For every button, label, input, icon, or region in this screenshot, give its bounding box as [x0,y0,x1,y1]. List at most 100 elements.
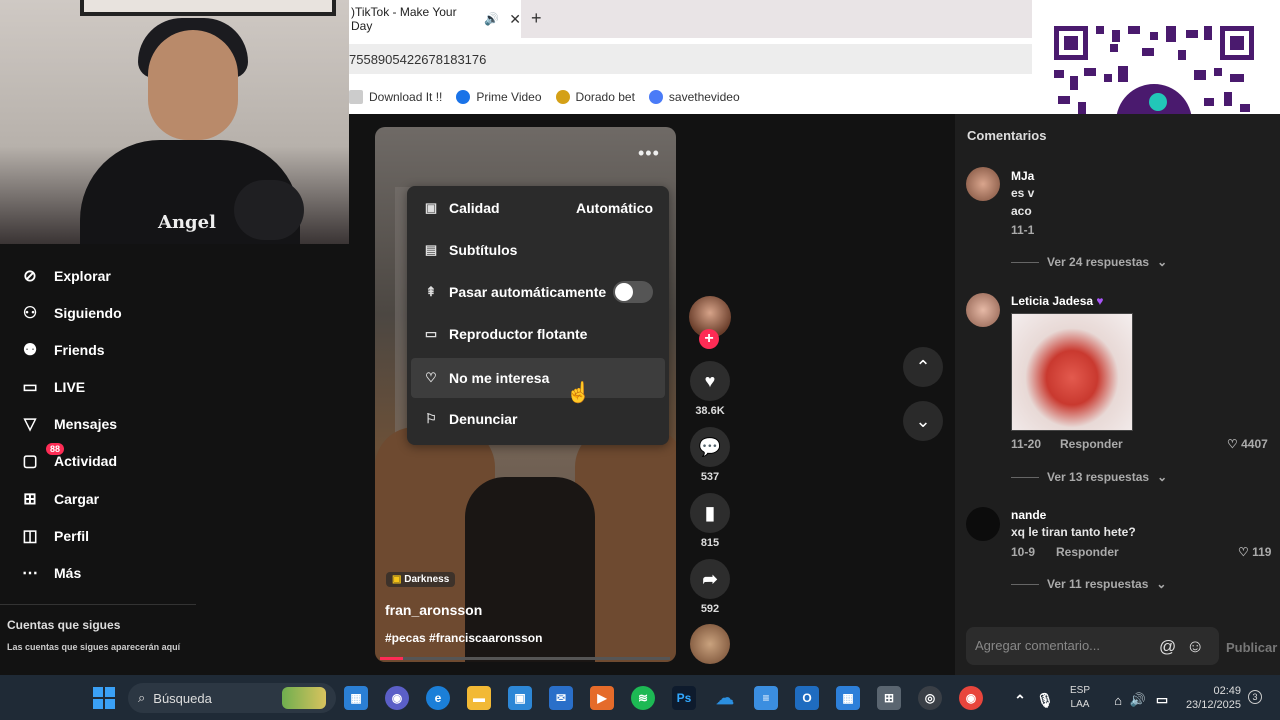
mail-icon[interactable]: ✉ [549,686,573,710]
sidebar-item-live[interactable]: ▭ LIVE [20,377,85,397]
bookmark-savethevideo[interactable]: savethevideo [648,90,740,104]
sidebar-item-label: Cargar [54,491,100,507]
sidebar-item-label: Explorar [54,268,111,284]
view-replies[interactable]: Ver 24 respuestas ⌄ [1011,255,1167,269]
system-clock[interactable]: 02:49 23/12/2025 [1183,684,1241,712]
view-replies[interactable]: Ver 13 respuestas ⌄ [1011,470,1167,484]
bookmark-prime-video[interactable]: Prime Video [456,90,542,104]
new-tab-button[interactable]: + [531,8,542,29]
comment-text: es v [1011,186,1035,200]
comment-author[interactable]: Leticia Jadesa ♥ [1011,294,1104,308]
sidebar-item-explorar[interactable]: ⊘ Explorar [20,266,111,286]
publish-button[interactable]: Publicar [1226,640,1277,655]
menu-item-quality[interactable]: ▣ Calidad Automático [407,188,669,228]
comment-author[interactable]: nande [1011,508,1046,522]
video-progress-bar[interactable] [380,657,670,660]
sidebar-item-actividad[interactable]: ▢ 88 Actividad [20,443,117,471]
language-indicator[interactable]: ESP LAA [1070,684,1090,712]
comment-like[interactable]: ♡ 4407 [1227,437,1268,451]
battery-icon[interactable]: ▭ [1150,688,1174,712]
speaker-icon[interactable]: 🔊 [484,12,499,26]
windows-start-icon[interactable] [92,686,116,710]
comment-date: 10-9 [1011,545,1036,559]
comment-image-lips[interactable] [1011,313,1133,431]
menu-item-autoscroll[interactable]: ⇞ Pasar automáticamente [407,272,669,312]
calendar-icon[interactable]: ▦ [836,686,860,710]
store-icon[interactable]: ▣ [508,686,532,710]
video-author[interactable]: fran_aronsson [385,602,482,618]
floating-player-icon: ▭ [424,326,438,341]
media-player-icon[interactable]: ▶ [590,686,614,710]
comment-like[interactable]: ♡ 119 [1238,545,1271,559]
chevron-down-icon: ⌄ [1156,577,1167,591]
save-button[interactable]: ▮ 815 [689,493,731,549]
menu-item-report[interactable]: ⚐ Denunciar [407,399,669,439]
hand-cursor-icon: ☝ [566,382,591,404]
comment-button[interactable]: 💬 537 [689,427,731,483]
chevron-down-icon: ⌄ [915,410,931,431]
bookmark-dorado-bet[interactable]: Dorado bet [555,90,635,104]
avatar[interactable] [966,167,1000,201]
music-tag[interactable]: ▣ Darkness [386,572,456,587]
share-button[interactable]: ➦ 592 [689,559,731,615]
sidebar-item-mensajes[interactable]: ▽ Mensajes [20,414,117,434]
outlook-icon[interactable]: O [795,686,819,710]
notification-count[interactable]: 3 [1248,690,1262,704]
windows-logo [93,687,115,709]
menu-item-floating-player[interactable]: ▭ Reproductor flotante [407,314,669,354]
obs-icon[interactable]: ◎ [918,686,942,710]
browser-tab[interactable]: )TikTok - Make Your Day 🔊 ✕ [349,0,521,38]
emoji-icon[interactable]: ☺ [1186,636,1204,657]
search-highlight-image [282,687,326,709]
sidebar-item-perfil[interactable]: ◫ Perfil [20,526,89,546]
file-explorer-icon[interactable]: ▬ [467,686,491,710]
calculator-icon[interactable]: ⊞ [877,686,901,710]
live-icon: ▭ [22,379,38,396]
sound-disc[interactable] [690,624,730,664]
view-replies[interactable]: Ver 11 respuestas ⌄ [1011,577,1166,591]
bookmark-download-it[interactable]: Download It !! [349,90,442,104]
menu-item-subtitles[interactable]: ▤ Subtítulos [407,230,669,270]
address-input[interactable]: 7558905422678183176 [349,44,1032,74]
taskbar-search[interactable]: ⌕ Búsqueda [128,683,336,713]
photoshop-icon[interactable]: Ps [672,686,696,710]
sidebar-item-mas[interactable]: ⋯ Más [20,563,81,583]
autoscroll-icon: ⇞ [425,284,437,299]
video-options-menu: ▣ Calidad Automático ▤ Subtítulos ⇞ Pasa… [407,186,669,445]
volume-icon[interactable]: 🔊 [1126,688,1150,712]
autoscroll-toggle[interactable] [613,281,653,303]
sidebar-item-cargar[interactable]: ⊞ Cargar [20,489,99,509]
avatar[interactable] [966,507,1000,541]
chevron-down-icon: ⌄ [1157,470,1168,484]
more-options-icon[interactable]: ••• [638,143,660,164]
tray-chevron-up-icon[interactable]: ⌃ [1008,688,1032,712]
profile-icon: ◫ [22,528,38,545]
following-icon: ⚇ [22,305,38,322]
previous-video-button[interactable]: ⌃ [903,347,943,387]
task-view-icon[interactable]: ▦ [344,686,368,710]
comment-author[interactable]: MJa [1011,169,1034,183]
send-icon: ▽ [23,416,37,433]
reply-button[interactable]: Responder [1056,545,1119,559]
sidebar-item-label: Mensajes [54,416,118,432]
next-video-button[interactable]: ⌄ [903,401,943,441]
notepad-icon[interactable]: ≡ [754,686,778,710]
follow-plus-icon[interactable]: + [699,329,719,349]
sidebar-item-siguiendo[interactable]: ⚇ Siguiendo [20,303,122,323]
menu-item-not-interested[interactable]: ♡ No me interesa [411,358,665,398]
sidebar-item-label: LIVE [54,379,86,395]
meet-icon[interactable]: ◉ [385,686,409,710]
reply-button[interactable]: Responder [1060,437,1123,451]
play-icon [456,90,471,104]
avatar[interactable] [966,293,1000,327]
video-hashtags[interactable]: #pecas #franciscaaronsson [385,631,542,645]
edge-icon[interactable]: e [426,686,450,710]
microphone-icon[interactable]: 🎙 [1033,688,1057,712]
onedrive-icon[interactable]: ☁ [713,686,737,710]
mention-icon[interactable]: @ [1159,637,1176,657]
close-tab-icon[interactable]: ✕ [509,11,521,28]
spotify-icon[interactable]: ≋ [631,686,655,710]
like-button[interactable]: ♥ 38.6K [689,361,731,417]
sidebar-item-friends[interactable]: ⚉ Friends [20,340,105,360]
chrome-icon[interactable]: ◉ [959,686,983,710]
